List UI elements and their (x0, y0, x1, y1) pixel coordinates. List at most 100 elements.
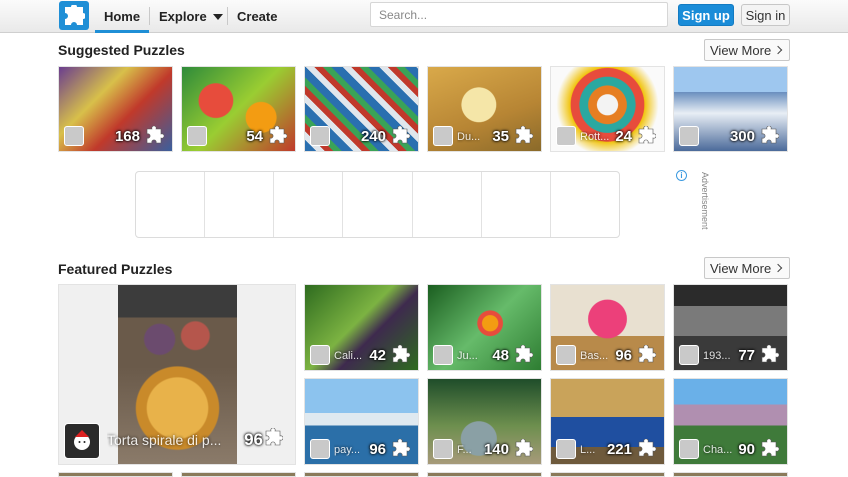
ad-banner[interactable] (135, 171, 620, 238)
featured-puzzle-tile[interactable]: F... 140 (427, 378, 542, 465)
ad-slot (413, 172, 482, 237)
suggested-puzzle-tile[interactable]: 240 (304, 66, 419, 152)
author-avatar[interactable] (64, 423, 100, 459)
caret-down-icon (212, 13, 223, 20)
puzzle-piece-icon (759, 344, 780, 365)
author-name: L... (580, 444, 596, 456)
author-avatar[interactable] (679, 126, 699, 146)
author-avatar[interactable] (556, 345, 576, 365)
puzzle-piece-icon (636, 125, 657, 146)
featured-puzzle-tile[interactable]: 193... 77 (673, 284, 788, 371)
puzzle-logo-icon[interactable] (59, 1, 89, 30)
nav-home[interactable]: Home (95, 0, 149, 33)
piece-count: 300 (729, 128, 755, 145)
puzzle-piece-icon (267, 125, 288, 146)
nav-create-label: Create (237, 9, 278, 24)
suggested-puzzle-tile[interactable]: 300 (673, 66, 788, 152)
featured-view-more-button[interactable]: View More (704, 257, 790, 279)
puzzle-piece-icon (636, 438, 657, 459)
ad-slot (205, 172, 275, 237)
featured-puzzle-tile[interactable]: Ju... 48 (427, 284, 542, 371)
puzzle-piece-icon (513, 125, 534, 146)
author-avatar[interactable] (433, 439, 453, 459)
featured-puzzle-tile[interactable] (550, 472, 665, 477)
author-name: Du... (457, 131, 481, 143)
featured-puzzle-tile[interactable]: pay... 96 (304, 378, 419, 465)
featured-puzzle-tile[interactable] (58, 472, 173, 477)
ad-slot (482, 172, 551, 237)
piece-count: 48 (492, 347, 509, 364)
author-name: pay... (334, 444, 361, 456)
advertisement-label: Advertisement (700, 172, 710, 230)
puzzle-piece-icon (759, 438, 780, 459)
piece-count: 168 (114, 128, 140, 145)
puzzle-piece-icon (513, 438, 534, 459)
signin-button[interactable]: Sign in (741, 4, 790, 26)
author-name: Torta spirale di p... (107, 432, 222, 448)
piece-count: 90 (738, 441, 755, 458)
featured-puzzle-tile[interactable]: L... 221 (550, 378, 665, 465)
author-avatar[interactable] (556, 126, 576, 146)
signup-button[interactable]: Sign up (678, 4, 734, 26)
author-avatar[interactable] (310, 126, 330, 146)
author-avatar[interactable] (310, 439, 330, 459)
piece-count: 240 (360, 128, 386, 145)
puzzle-piece-icon (513, 344, 534, 365)
author-name: Bas... (580, 350, 609, 362)
author-name: Cha... (703, 444, 733, 456)
nav-divider (149, 7, 150, 25)
author-avatar[interactable] (679, 345, 699, 365)
author-avatar[interactable] (556, 439, 576, 459)
nav-explore[interactable]: Explore (159, 0, 223, 33)
suggested-puzzle-tile[interactable]: 54 (181, 66, 296, 152)
suggested-puzzle-tile[interactable]: Du... 35 (427, 66, 542, 152)
puzzle-piece-icon (390, 125, 411, 146)
search-input[interactable] (370, 2, 668, 27)
author-name: Ju... (457, 350, 478, 362)
nav-divider (227, 7, 228, 25)
featured-puzzle-tile[interactable]: Bas... 96 (550, 284, 665, 371)
author-name: F... (457, 444, 472, 456)
author-name: Cali... (334, 350, 363, 362)
author-avatar[interactable] (679, 439, 699, 459)
featured-puzzle-tile[interactable] (427, 472, 542, 477)
puzzle-piece-icon (263, 427, 287, 452)
author-avatar[interactable] (64, 126, 84, 146)
featured-puzzle-tile[interactable]: Cha... 90 (673, 378, 788, 465)
ad-slot (136, 172, 206, 237)
ad-slot (343, 172, 413, 237)
piece-count: 96 (369, 441, 386, 458)
puzzle-piece-icon (390, 438, 411, 459)
author-avatar[interactable] (433, 126, 453, 146)
ad-slot (551, 172, 619, 237)
piece-count: 140 (483, 441, 509, 458)
nav-home-label: Home (103, 9, 141, 24)
piece-count: 96 (615, 347, 632, 364)
author-avatar[interactable] (187, 126, 207, 146)
featured-puzzle-tile[interactable]: Cali... 42 (304, 284, 419, 371)
top-navbar: Home Explore Create Sign up Sign in (0, 0, 848, 33)
ad-info-icon[interactable]: i (676, 170, 687, 181)
piece-count: 24 (615, 128, 632, 145)
suggested-view-more-button[interactable]: View More (704, 39, 790, 61)
chevron-right-icon (773, 263, 783, 273)
author-name: Rott... (580, 131, 610, 143)
suggested-puzzle-tile[interactable]: 168 (58, 66, 173, 152)
piece-count: 77 (738, 347, 755, 364)
nav-create[interactable]: Create (237, 0, 277, 33)
author-avatar[interactable] (433, 345, 453, 365)
featured-puzzle-tile[interactable] (181, 472, 296, 477)
nav-explore-label: Explore (159, 9, 207, 24)
author-avatar[interactable] (310, 345, 330, 365)
featured-title: Featured Puzzles (58, 261, 173, 277)
featured-puzzle-large-tile[interactable]: Torta spirale di p... 96 (58, 284, 296, 465)
puzzle-piece-icon (144, 125, 165, 146)
puzzle-piece-icon (390, 344, 411, 365)
featured-puzzle-tile[interactable] (673, 472, 788, 477)
featured-puzzle-tile[interactable] (304, 472, 419, 477)
suggested-title: Suggested Puzzles (58, 42, 185, 58)
suggested-puzzle-tile[interactable]: Rott... 24 (550, 66, 665, 152)
ad-slot (274, 172, 344, 237)
piece-count: 35 (492, 128, 509, 145)
view-more-label: View More (710, 260, 772, 276)
